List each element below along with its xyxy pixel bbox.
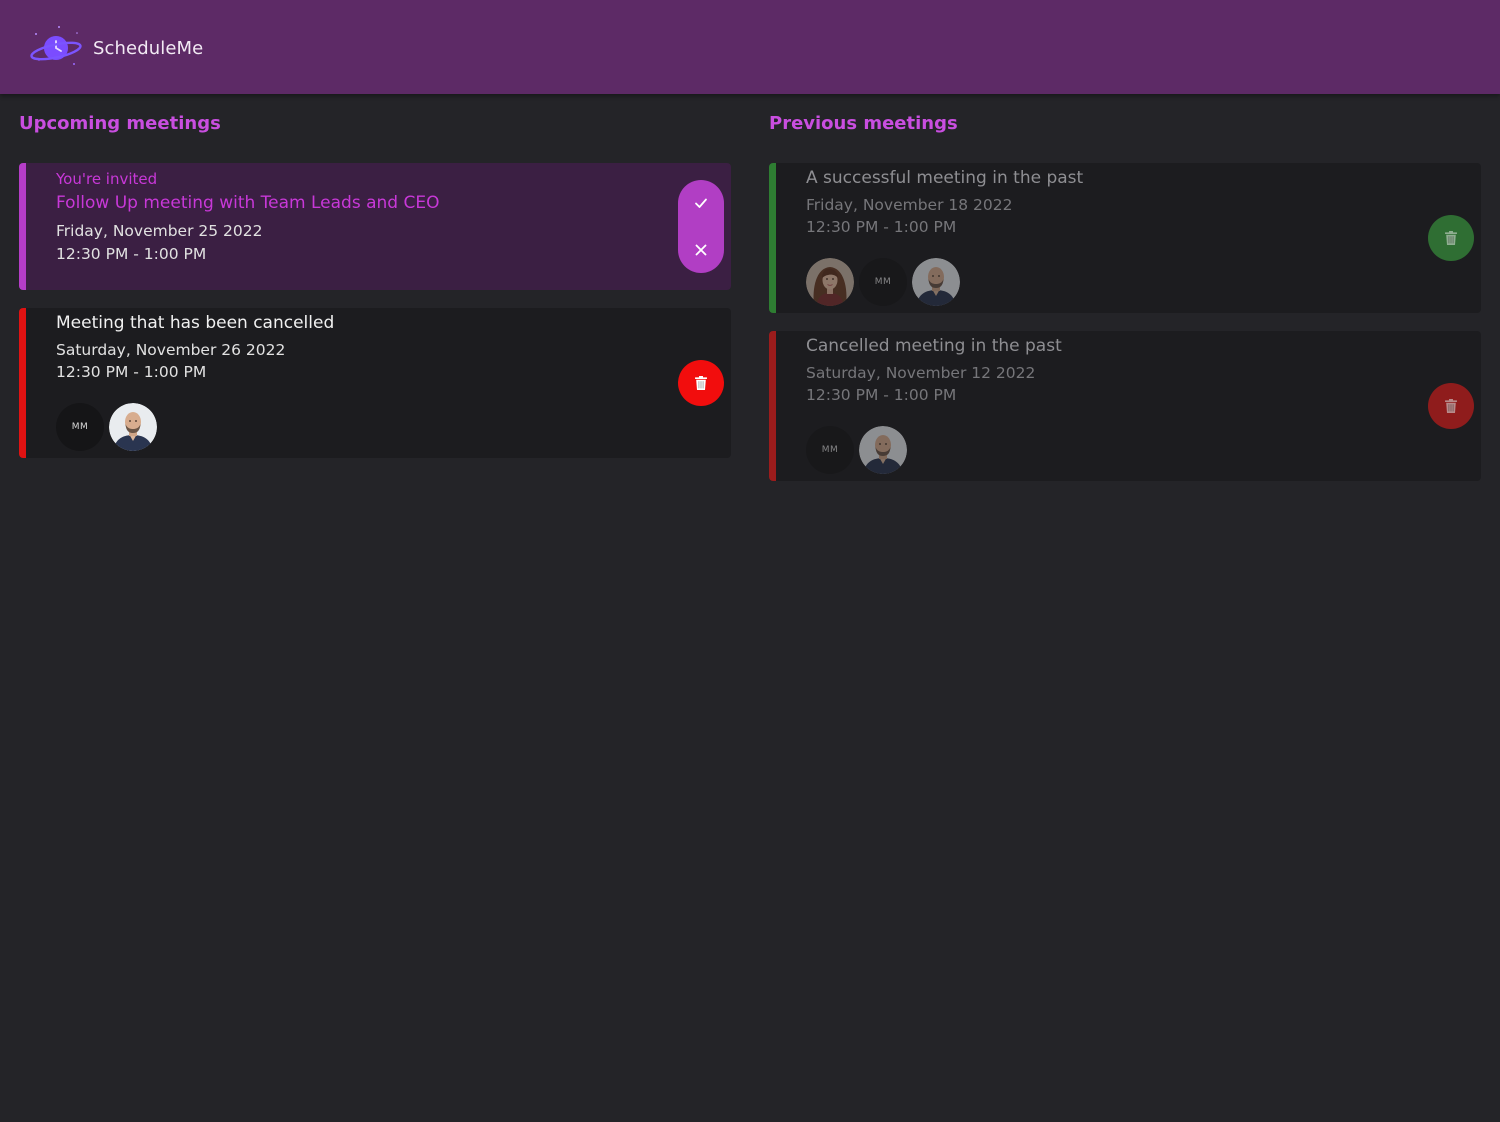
- avatar[interactable]: [912, 258, 960, 306]
- meeting-time: 12:30 PM - 1:00 PM: [806, 386, 957, 404]
- attendee-list: MM: [806, 258, 960, 306]
- brand-link[interactable]: ScheduleMe: [28, 24, 203, 72]
- avatar-initials[interactable]: MM: [56, 403, 104, 451]
- trash-icon: [1443, 398, 1459, 414]
- avatar[interactable]: [806, 258, 854, 306]
- meeting-title[interactable]: Follow Up meeting with Team Leads and CE…: [56, 193, 440, 213]
- meeting-date: Saturday, November 12 2022: [806, 364, 1036, 382]
- avatar[interactable]: [859, 426, 907, 474]
- meeting-date: Friday, November 25 2022: [56, 222, 263, 240]
- meeting-title[interactable]: A successful meeting in the past: [806, 168, 1083, 188]
- invite-label: You're invited: [56, 170, 158, 188]
- top-navigation-bar: ScheduleMe: [0, 0, 1500, 94]
- delete-meeting-button[interactable]: [1428, 383, 1474, 429]
- avatar[interactable]: [109, 403, 157, 451]
- decline-invite-button[interactable]: [678, 227, 724, 273]
- meeting-card-cancelled-past: Cancelled meeting in the past Saturday, …: [769, 331, 1481, 481]
- man-avatar-icon: [859, 426, 907, 474]
- meeting-time: 12:30 PM - 1:00 PM: [806, 218, 957, 236]
- man-avatar-icon: [109, 403, 157, 451]
- accept-check-icon: [695, 198, 707, 208]
- meeting-card-completed: A successful meeting in the past Friday,…: [769, 163, 1481, 313]
- attendee-list: MM: [806, 426, 907, 474]
- woman-avatar-icon: [806, 258, 854, 306]
- meeting-title[interactable]: Cancelled meeting in the past: [806, 336, 1062, 356]
- planet-clock-logo-icon: [30, 26, 82, 65]
- meeting-date: Friday, November 18 2022: [806, 196, 1013, 214]
- avatar-initials[interactable]: MM: [859, 258, 907, 306]
- meeting-date: Saturday, November 26 2022: [56, 341, 286, 359]
- status-bar: [19, 308, 26, 458]
- invite-response-group: [678, 180, 724, 273]
- delete-meeting-button[interactable]: [1428, 215, 1474, 261]
- accept-invite-button[interactable]: [678, 180, 724, 226]
- previous-meetings-heading: Previous meetings: [769, 113, 958, 134]
- status-bar: [769, 331, 776, 481]
- status-bar: [769, 163, 776, 313]
- man-avatar-icon: [912, 258, 960, 306]
- app-name: ScheduleMe: [93, 37, 204, 59]
- status-bar: [19, 163, 26, 290]
- meeting-time: 12:30 PM - 1:00 PM: [56, 363, 207, 381]
- trash-icon: [1443, 230, 1459, 246]
- avatar-initials[interactable]: MM: [806, 426, 854, 474]
- upcoming-meetings-heading: Upcoming meetings: [19, 113, 221, 134]
- delete-meeting-button[interactable]: [678, 360, 724, 406]
- meeting-card-invited: You're invited Follow Up meeting with Te…: [19, 163, 731, 290]
- meeting-title[interactable]: Meeting that has been cancelled: [56, 313, 334, 333]
- decline-x-icon: [695, 244, 707, 256]
- meeting-card-cancelled: Meeting that has been cancelled Saturday…: [19, 308, 731, 458]
- trash-icon: [693, 375, 709, 391]
- meeting-time: 12:30 PM - 1:00 PM: [56, 245, 207, 263]
- attendee-list: MM: [56, 403, 157, 451]
